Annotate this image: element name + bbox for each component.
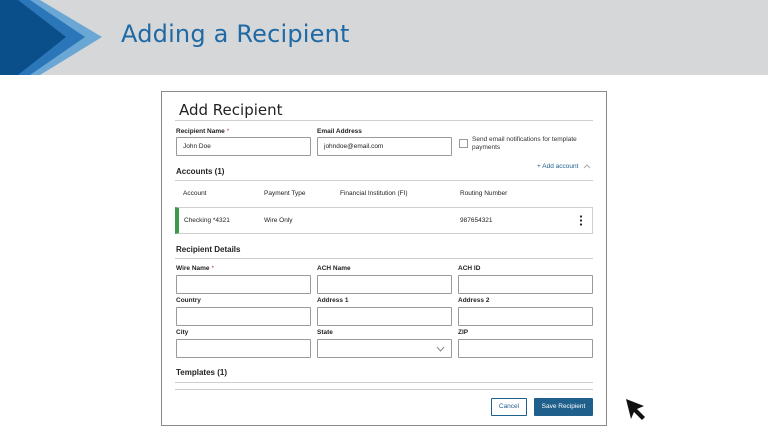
email-address-label: Email Address: [317, 128, 362, 135]
title-divider: [175, 120, 593, 121]
recipient-name-label: Recipient Name *: [176, 128, 230, 135]
recipient-details-header: Recipient Details: [176, 245, 241, 254]
slide-title: Adding a Recipient: [121, 20, 350, 48]
ach-name-input[interactable]: [317, 275, 452, 294]
country-input[interactable]: [176, 307, 311, 326]
accounts-divider: [175, 180, 593, 181]
col-routing-number: Routing Number: [460, 190, 508, 197]
wire-name-input[interactable]: [176, 275, 311, 294]
accounts-header: Accounts (1): [176, 167, 225, 176]
ach-id-label: ACH ID: [458, 265, 481, 272]
address1-label: Address 1: [317, 297, 349, 304]
notify-checkbox-label-2: payments: [472, 144, 501, 151]
wire-name-label: Wire Name *: [176, 265, 215, 272]
add-account-link[interactable]: + Add account: [537, 163, 578, 170]
state-label: State: [317, 329, 333, 336]
col-account: Account: [183, 190, 207, 197]
chevron-up-icon[interactable]: [583, 163, 591, 169]
templates-header[interactable]: Templates (1): [176, 368, 227, 377]
recipient-name-input[interactable]: John Doe: [176, 137, 311, 156]
templates-divider: [175, 382, 593, 383]
notify-checkbox[interactable]: [459, 139, 468, 148]
ach-id-input[interactable]: [458, 275, 593, 294]
save-recipient-button[interactable]: Save Recipient: [534, 398, 593, 416]
col-payment-type: Payment Type: [264, 190, 306, 197]
cancel-button[interactable]: Cancel: [491, 398, 527, 416]
chevron-down-icon: [436, 346, 445, 352]
city-input[interactable]: [176, 339, 311, 358]
routing-number-cell: 987654321: [460, 217, 493, 224]
city-label: City: [176, 329, 189, 336]
more-vertical-icon[interactable]: [579, 215, 583, 226]
country-label: Country: [176, 297, 201, 304]
ach-name-label: ACH Name: [317, 265, 351, 272]
slide-banner: Adding a Recipient: [0, 0, 768, 75]
address2-input[interactable]: [458, 307, 593, 326]
address2-label: Address 2: [458, 297, 490, 304]
add-recipient-dialog: Add Recipient Recipient Name * John Doe E…: [161, 91, 607, 426]
notify-checkbox-label: Send email notifications for template: [472, 136, 577, 143]
col-financial-institution: Financial Institution (FI): [340, 190, 408, 197]
arrow-cursor-icon: [626, 399, 645, 420]
zip-input[interactable]: [458, 339, 593, 358]
dialog-title: Add Recipient: [179, 101, 283, 119]
footer-divider: [175, 389, 593, 390]
email-address-input[interactable]: johndoe@email.com: [317, 137, 452, 156]
address1-input[interactable]: [317, 307, 452, 326]
account-cell: Checking *4321: [184, 217, 230, 224]
zip-label: ZIP: [458, 329, 469, 336]
details-divider: [175, 258, 593, 259]
payment-type-cell: Wire Only: [264, 217, 293, 224]
state-select[interactable]: [317, 339, 452, 358]
table-row[interactable]: Checking *4321 Wire Only 987654321: [175, 207, 593, 234]
chevron-logo-icon: [0, 0, 102, 75]
